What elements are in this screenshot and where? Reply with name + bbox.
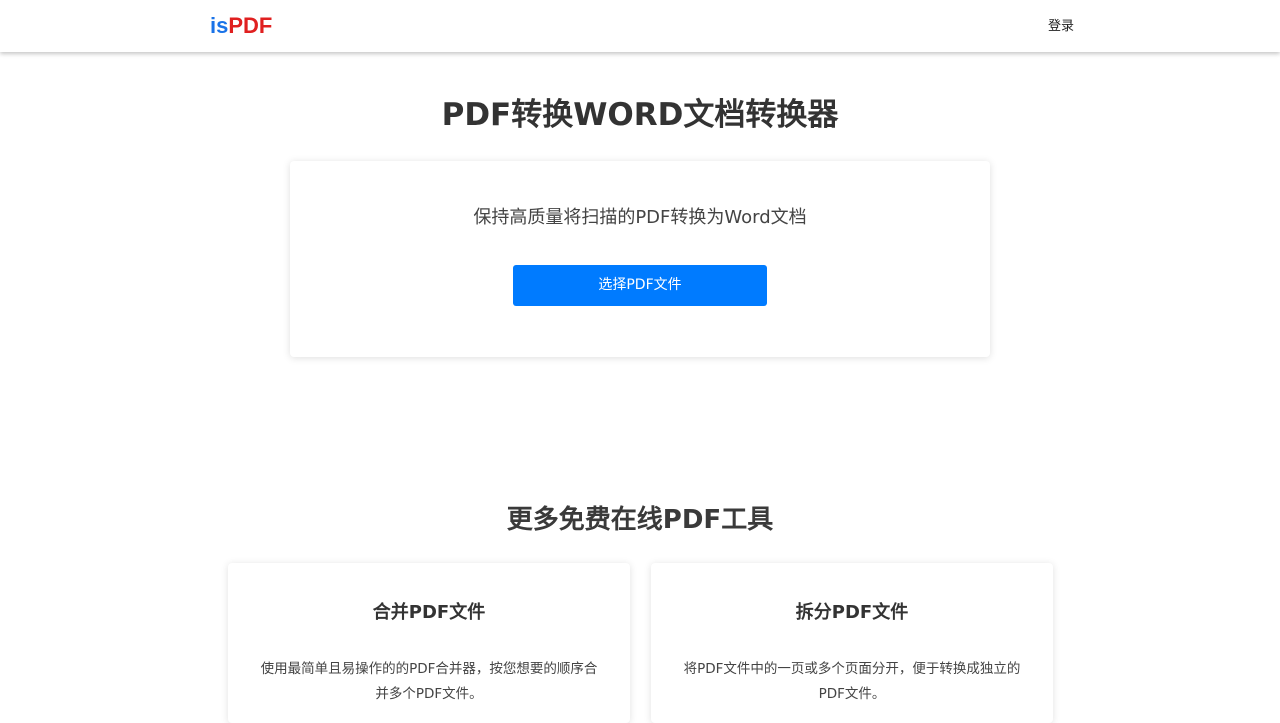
page-title: PDF转换WORD文档转换器: [441, 97, 839, 133]
login-link[interactable]: 登录: [1048, 18, 1074, 36]
tool-card-merge-pdf[interactable]: 合并PDF文件 使用最简单且易操作的的PDF合并器，按您想要的顺序合并多个PDF…: [228, 563, 630, 723]
upload-subtitle: 保持高质量将扫描的PDF转换为Word文档: [473, 207, 807, 228]
upload-card: 保持高质量将扫描的PDF转换为Word文档 选择PDF文件: [290, 161, 990, 357]
tool-card-description: 将PDF文件中的一页或多个页面分开，便于转换成独立的PDF文件。: [683, 661, 1021, 702]
site-logo[interactable]: isPDF: [210, 12, 272, 40]
select-pdf-button[interactable]: 选择PDF文件: [513, 265, 767, 306]
top-navbar: isPDF 登录: [0, 0, 1280, 52]
logo-prefix: is: [210, 13, 229, 38]
tool-card-split-pdf[interactable]: 拆分PDF文件 将PDF文件中的一页或多个页面分开，便于转换成独立的PDF文件。: [651, 563, 1053, 723]
tool-card-title: 拆分PDF文件: [795, 602, 909, 623]
tool-card-title: 合并PDF文件: [372, 602, 486, 623]
tool-card-description: 使用最简单且易操作的的PDF合并器，按您想要的顺序合并多个PDF文件。: [260, 661, 598, 702]
logo-suffix: PDF: [228, 13, 273, 38]
tools-section-title: 更多免费在线PDF工具: [506, 505, 774, 535]
